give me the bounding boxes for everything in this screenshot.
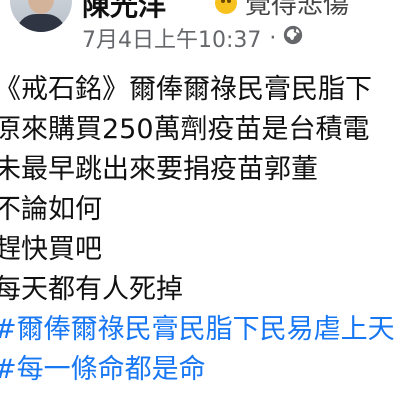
post-line: 未最早跳出來要捐疫苗郭董 bbox=[0, 154, 318, 185]
post-timestamp[interactable]: 7月4日上午10:37 bbox=[82, 22, 261, 54]
hashtag-link[interactable]: #爾俸爾祿民膏民脂下民易虐上天 bbox=[0, 310, 400, 350]
post-line: 原來購買250萬劑疫苗是台積電 bbox=[0, 114, 370, 145]
globe-icon[interactable] bbox=[282, 24, 304, 52]
author-name[interactable]: 陳光洋 bbox=[82, 0, 166, 24]
post-header: 陳光洋 覺得悲傷 7月4日上午10:37 · bbox=[0, 0, 400, 70]
post-line: 不論如何 bbox=[0, 194, 102, 225]
post-line: 《戒石銘》爾俸爾祿民膏民脂下 bbox=[0, 74, 372, 105]
hashtag-link[interactable]: #每一條命都是命 bbox=[0, 350, 400, 390]
meta-separator: · bbox=[269, 25, 277, 51]
post-line: 每天都有人死掉 bbox=[0, 274, 183, 305]
feeling-label: 覺得悲傷 bbox=[245, 0, 350, 20]
feeling-status: 覺得悲傷 bbox=[215, 0, 349, 21]
avatar[interactable] bbox=[10, 0, 72, 32]
avatar-suit bbox=[16, 14, 66, 32]
post-body: 《戒石銘》爾俸爾祿民膏民脂下 原來購買250萬劑疫苗是台積電 未最早跳出來要捐疫… bbox=[0, 70, 400, 390]
avatar-head bbox=[28, 0, 54, 14]
post-meta: 7月4日上午10:37 · bbox=[82, 22, 304, 54]
post-line: 趕快買吧 bbox=[0, 234, 102, 265]
sad-face-icon bbox=[215, 0, 237, 14]
